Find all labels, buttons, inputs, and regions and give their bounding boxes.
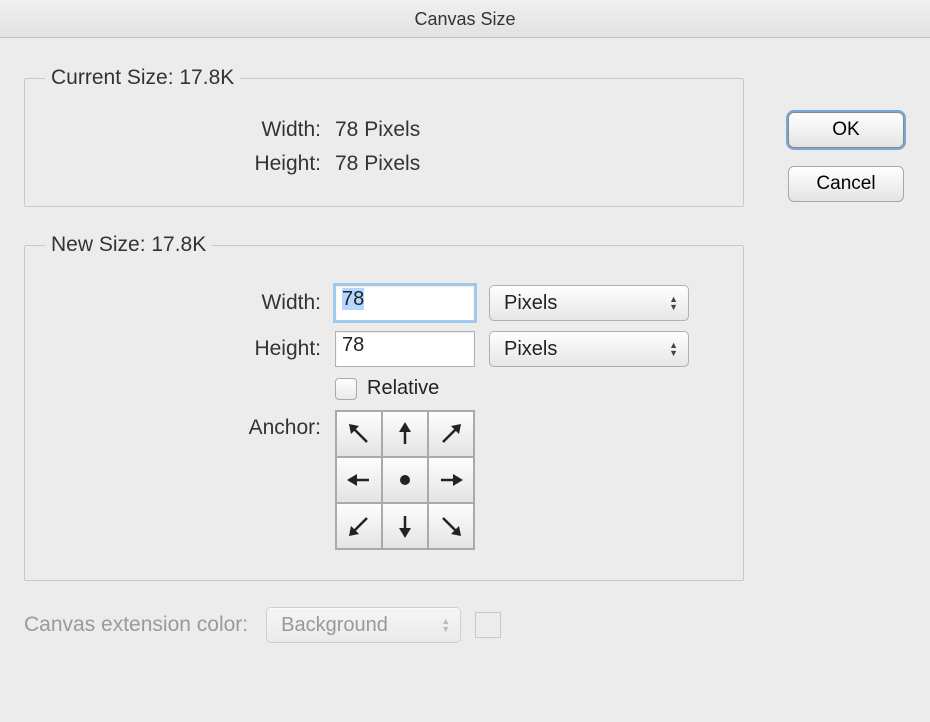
canvas-extension-value: Background	[281, 614, 388, 637]
stepper-icon: ▲▼	[669, 341, 678, 357]
anchor-sw[interactable]	[336, 503, 382, 549]
current-width-label: Width:	[45, 118, 335, 142]
new-size-group: New Size: 17.8K Width: 78 Pixels ▲▼ Heig…	[24, 233, 744, 581]
current-height-value: 78 Pixels	[335, 152, 420, 176]
width-unit-select[interactable]: Pixels ▲▼	[489, 285, 689, 321]
cancel-button[interactable]: Cancel	[788, 166, 904, 202]
relative-label: Relative	[367, 377, 439, 400]
height-unit-value: Pixels	[504, 338, 557, 361]
anchor-nw[interactable]	[336, 411, 382, 457]
arrow-sw-icon	[345, 512, 373, 540]
arrow-n-icon	[391, 420, 419, 448]
height-input[interactable]: 78	[335, 331, 475, 367]
canvas-extension-swatch[interactable]	[475, 612, 501, 638]
new-height-row: Height: 78 Pixels ▲▼	[45, 331, 723, 367]
anchor-ne[interactable]	[428, 411, 474, 457]
anchor-e[interactable]	[428, 457, 474, 503]
arrow-w-icon	[345, 466, 373, 494]
arrow-nw-icon	[345, 420, 373, 448]
current-size-group: Current Size: 17.8K Width: 78 Pixels Hei…	[24, 66, 744, 207]
new-size-legend: New Size: 17.8K	[45, 233, 212, 257]
new-width-label: Width:	[45, 291, 335, 315]
canvas-extension-select[interactable]: Background ▲▼	[266, 607, 461, 643]
height-unit-select[interactable]: Pixels ▲▼	[489, 331, 689, 367]
current-width-value: 78 Pixels	[335, 118, 420, 142]
current-height-label: Height:	[45, 152, 335, 176]
width-input[interactable]: 78	[335, 285, 475, 321]
arrow-e-icon	[437, 466, 465, 494]
stepper-icon: ▲▼	[669, 295, 678, 311]
anchor-s[interactable]	[382, 503, 428, 549]
anchor-se[interactable]	[428, 503, 474, 549]
anchor-row: Anchor:	[45, 410, 723, 550]
width-input-value: 78	[342, 288, 364, 310]
anchor-label: Anchor:	[45, 410, 335, 440]
dialog-buttons: OK Cancel	[788, 112, 904, 202]
anchor-center[interactable]	[382, 457, 428, 503]
new-width-row: Width: 78 Pixels ▲▼	[45, 285, 723, 321]
stepper-icon: ▲▼	[441, 617, 450, 633]
height-input-value: 78	[342, 334, 364, 356]
arrow-s-icon	[391, 512, 419, 540]
dialog-content: Current Size: 17.8K Width: 78 Pixels Hei…	[0, 38, 930, 663]
anchor-center-icon	[391, 466, 419, 494]
arrow-se-icon	[437, 512, 465, 540]
ok-button[interactable]: OK	[788, 112, 904, 148]
canvas-extension-label: Canvas extension color:	[24, 613, 248, 637]
new-height-label: Height:	[45, 337, 335, 361]
current-width-row: Width: 78 Pixels	[45, 118, 723, 142]
current-height-row: Height: 78 Pixels	[45, 152, 723, 176]
arrow-ne-icon	[437, 420, 465, 448]
canvas-extension-row: Canvas extension color: Background ▲▼	[24, 607, 744, 643]
width-unit-value: Pixels	[504, 292, 557, 315]
relative-row: Relative	[45, 377, 723, 400]
current-size-legend: Current Size: 17.8K	[45, 66, 240, 90]
anchor-grid	[335, 410, 475, 550]
canvas-size-dialog: Canvas Size Current Size: 17.8K Width: 7…	[0, 0, 930, 722]
dialog-title: Canvas Size	[0, 0, 930, 38]
relative-checkbox[interactable]	[335, 378, 357, 400]
anchor-n[interactable]	[382, 411, 428, 457]
anchor-w[interactable]	[336, 457, 382, 503]
main-column: Current Size: 17.8K Width: 78 Pixels Hei…	[24, 66, 744, 643]
